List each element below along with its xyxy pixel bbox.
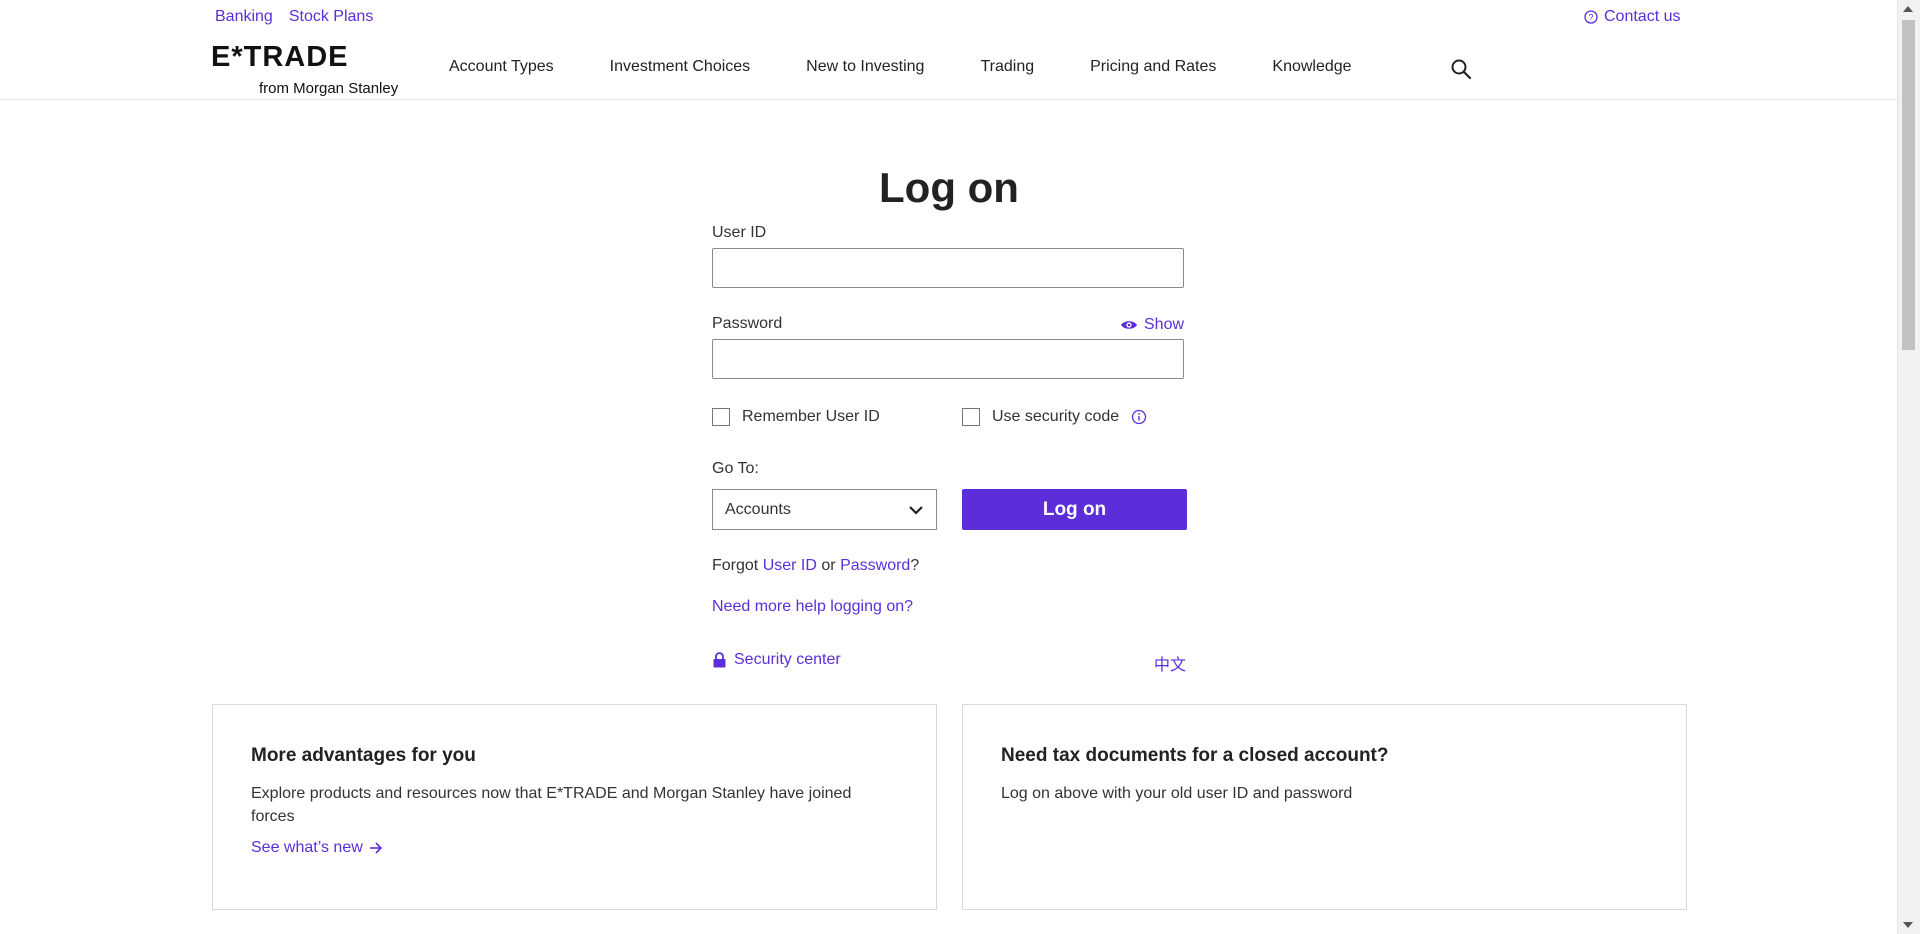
show-label: Show [1144,316,1185,333]
chinese-language-link[interactable]: 中文 [1154,651,1186,675]
lock-icon [713,652,726,668]
go-to-selected-value: Accounts [725,500,791,518]
nav-investment-choices[interactable]: Investment Choices [610,58,751,76]
info-icon[interactable] [1131,409,1147,425]
nav-trading[interactable]: Trading [980,58,1034,76]
vertical-scrollbar[interactable] [1897,0,1920,934]
forgot-prefix: Forgot [712,557,759,574]
nav-account-types[interactable]: Account Types [449,58,554,76]
main-header: E*TRADE from Morgan Stanley Account Type… [0,34,1898,100]
banking-link[interactable]: Banking [215,8,273,26]
svg-text:?: ? [1588,13,1593,23]
password-label: Password [712,315,783,332]
security-code-checkbox[interactable] [962,408,980,426]
log-on-button[interactable]: Log on [962,489,1187,530]
user-id-input[interactable] [712,248,1184,288]
stock-plans-link[interactable]: Stock Plans [289,8,373,26]
show-password-toggle[interactable]: Show [1120,316,1184,334]
forgot-password-link[interactable]: Password [840,557,910,574]
nav-knowledge[interactable]: Knowledge [1272,58,1351,76]
see-whats-new-link[interactable]: See what’s new [251,839,383,857]
arrow-right-icon [369,842,382,854]
go-to-label: Go To: [712,460,759,477]
logo-subtitle: from Morgan Stanley [259,80,399,97]
card-body: Explore products and resources now that … [251,785,852,825]
help-circle-icon: ? [1584,10,1598,24]
password-input[interactable] [712,339,1184,379]
security-center-label: Security center [734,651,841,668]
tax-documents-card: Need tax documents for a closed account?… [962,704,1687,910]
remember-user-id-label: Remember User ID [742,408,880,425]
forgot-suffix: ? [910,557,920,574]
chevron-down-icon [909,505,923,515]
search-icon[interactable] [1450,58,1472,80]
user-id-label: User ID [712,224,767,241]
security-code-label: Use security code [992,408,1120,425]
main-nav: Account Types Investment Choices New to … [449,58,1408,76]
security-code-row: Use security code [962,408,1147,426]
forgot-or: or [821,557,836,574]
remember-user-id-checkbox[interactable] [712,408,730,426]
contact-us-link[interactable]: ? Contact us [1584,8,1680,26]
forgot-user-id-link[interactable]: User ID [763,557,817,574]
nav-new-to-investing[interactable]: New to Investing [806,58,924,76]
scroll-down-icon[interactable] [1903,922,1913,928]
advantages-card: More advantages for you Explore products… [212,704,937,910]
forgot-credentials: Forgot User ID or Password? [712,557,919,575]
utility-bar: Banking Stock Plans ? Contact us [0,0,1898,34]
help-logging-on-link[interactable]: Need more help logging on? [712,598,913,616]
contact-us-label: Contact us [1604,8,1681,25]
see-whats-new-label: See what’s new [251,839,363,856]
eye-icon [1121,321,1137,329]
nav-pricing-and-rates[interactable]: Pricing and Rates [1090,58,1216,76]
etrade-logo[interactable]: E*TRADE from Morgan Stanley [211,41,401,97]
logo-wordmark: E*TRADE [211,41,349,73]
card-title: More advantages for you [251,745,476,766]
security-center-link[interactable]: Security center [713,651,841,669]
remember-user-id-row: Remember User ID [712,408,880,426]
page-title: Log on [879,164,1019,211]
scroll-thumb[interactable] [1902,20,1915,350]
card-body: Log on above with your old user ID and p… [1001,785,1353,802]
utility-links: Banking Stock Plans [215,8,373,26]
card-title: Need tax documents for a closed account? [1001,745,1389,766]
scroll-up-icon[interactable] [1903,6,1913,12]
go-to-select[interactable]: Accounts [712,489,937,530]
